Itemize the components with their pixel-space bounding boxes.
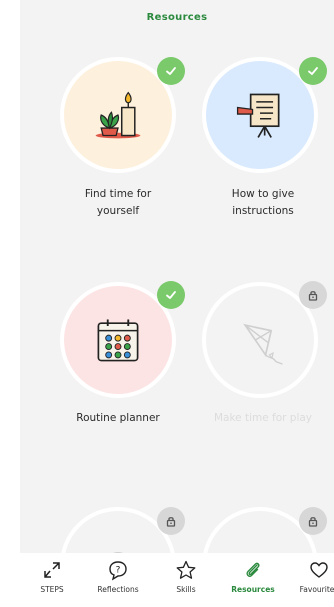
tab-label: Favourites	[299, 585, 334, 594]
checkmark-icon	[166, 291, 176, 299]
tile-label: Routine planner	[76, 412, 160, 424]
resource-tile-find-time[interactable]: Find time for yourself	[53, 55, 185, 225]
locked-badge	[299, 507, 327, 535]
tab-label: Reflections	[97, 585, 139, 594]
heart-icon	[310, 562, 328, 578]
lock-icon	[308, 291, 318, 301]
tile-label: Make time for play	[213, 412, 313, 424]
tile-label: Find time for yourself	[84, 188, 152, 217]
calendar-icon	[97, 319, 139, 362]
resource-tile-give-instructions[interactable]: How to give instructions	[198, 55, 328, 225]
presentation-board-icon	[236, 93, 280, 138]
page-title: Resources	[146, 12, 208, 23]
steps-arrows-icon	[44, 562, 60, 578]
lock-icon	[308, 517, 318, 527]
paperclip-icon	[246, 562, 260, 577]
kite-icon	[243, 323, 283, 365]
locked-badge	[157, 507, 185, 535]
tile-label: How to give instructions	[231, 188, 295, 217]
locked-badge	[299, 281, 327, 309]
tab-label: STEPS	[40, 585, 64, 594]
question-bubble-icon: ?	[109, 561, 127, 581]
completed-check-badge	[157, 281, 185, 309]
completed-check-badge	[157, 57, 185, 85]
lock-icon	[166, 517, 176, 527]
tab-favourites[interactable]: Favourites	[291, 559, 334, 594]
bottom-tab-bar: STEPS ? Reflections Skills Resources Fav…	[20, 553, 334, 607]
tab-resources[interactable]: Resources	[225, 559, 281, 594]
candle-plant-icon	[95, 91, 141, 139]
tab-steps[interactable]: STEPS	[24, 559, 80, 594]
resources-screen: Resources Find time for yourself How to …	[20, 0, 334, 607]
tab-label: Skills	[176, 585, 196, 594]
svg-text:?: ?	[116, 566, 121, 576]
star-icon	[176, 560, 196, 579]
resource-tile-routine-planner[interactable]: Routine planner	[53, 280, 185, 440]
completed-check-badge	[299, 57, 327, 85]
resource-tile-make-time-for-play[interactable]: Make time for play	[198, 280, 328, 440]
tab-skills[interactable]: Skills	[158, 559, 214, 594]
checkmark-icon	[166, 67, 176, 75]
tab-label: Resources	[231, 585, 275, 594]
tab-reflections[interactable]: ? Reflections	[90, 559, 146, 594]
checkmark-icon	[308, 67, 318, 75]
